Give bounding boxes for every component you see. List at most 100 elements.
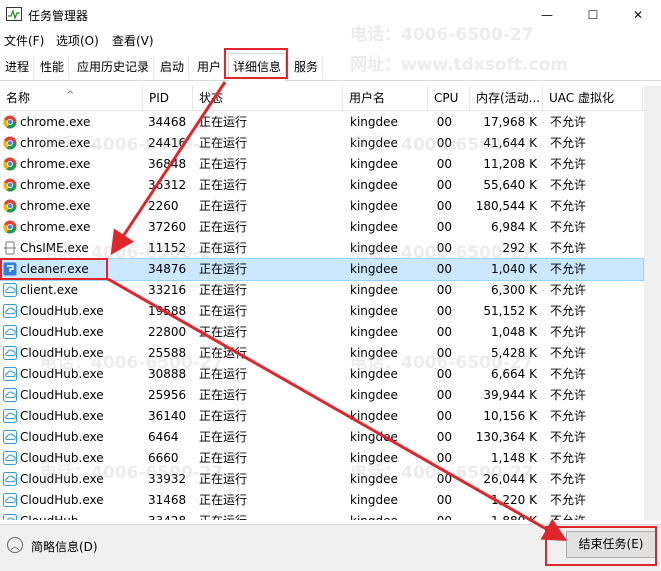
tab-performance[interactable]: 性能 <box>36 56 70 78</box>
process-user: kingdee <box>350 430 398 444</box>
window-title: 任务管理器 <box>28 9 89 23</box>
column-pid[interactable]: PID <box>143 86 193 110</box>
menu-view[interactable]: 查看(V) <box>112 32 154 49</box>
table-row[interactable]: CloudHub.exe 25588 正在运行 kingdee 00 5,428 K 不允许 <box>0 343 661 364</box>
process-cpu: 00 <box>436 220 452 234</box>
process-status: 正在运行 <box>199 199 248 213</box>
table-row[interactable]: CloudHub.exe 6464 正在运行 kingdee 00 130,364 K 不允… <box>0 427 661 448</box>
process-memory: 1,220 K <box>490 493 537 507</box>
menu-options[interactable]: 选项(O) <box>56 32 99 49</box>
table-row[interactable]: CloudHub.exe 25956 正在运行 kingdee 00 39,944 K 不允… <box>0 385 661 406</box>
process-memory: 55,640 K <box>483 178 537 192</box>
process-uac: 不允许 <box>550 304 587 318</box>
table-row[interactable]: CloudHub.exe 19588 正在运行 kingdee 00 51,152 K 不允… <box>0 301 661 322</box>
column-uac[interactable]: UAC 虚拟化 <box>543 86 643 110</box>
process-uac: 不允许 <box>550 115 587 129</box>
maximize-button[interactable]: ☐ <box>570 0 616 30</box>
column-user[interactable]: 用户名 <box>343 86 428 110</box>
end-task-highlight <box>545 526 657 566</box>
process-user: kingdee <box>350 199 398 213</box>
table-row[interactable]: client.exe 33216 正在运行 kingdee 00 6,300 K 不允许 <box>0 280 661 301</box>
process-user: kingdee <box>350 388 398 402</box>
process-cpu: 00 <box>436 199 452 213</box>
table-row[interactable]: CloudHub.exe 6660 正在运行 kingdee 00 1,148 K 不允许 <box>0 448 661 469</box>
process-user: kingdee <box>350 409 398 423</box>
process-status: 正在运行 <box>199 367 248 381</box>
process-user: kingdee <box>350 451 398 465</box>
process-status: 正在运行 <box>199 178 248 192</box>
process-name: CloudHub.exe <box>20 493 104 507</box>
table-row[interactable]: CloudHub.exe 22800 正在运行 kingdee 00 1,048 K 不允许 <box>0 322 661 343</box>
process-name: CloudHub.exe <box>20 367 104 381</box>
process-rows: chrome.exe 34468 正在运行 kingdee 00 17,968 K 不允许 c… <box>0 112 661 520</box>
table-row[interactable]: CloudHub.exe 36140 正在运行 kingdee 00 10,156 K 不允… <box>0 406 661 427</box>
tab-startup[interactable]: 启动 <box>156 56 190 78</box>
process-memory: 130,364 K <box>475 430 537 444</box>
process-uac: 不允许 <box>550 367 587 381</box>
chrome-icon <box>3 178 17 192</box>
table-row[interactable]: CloudHub 33428正在运行 kingdee00 1,880 K 不允许 <box>0 511 661 520</box>
process-user: kingdee <box>350 511 430 520</box>
table-header: 名称 ^ PID 状态 用户名 CPU 内存(活动... UAC 虚拟化 <box>0 86 661 111</box>
tab-services[interactable]: 服务 <box>290 56 324 78</box>
cloud-icon <box>3 451 17 465</box>
table-row[interactable]: chrome.exe 36312 正在运行 kingdee 00 55,640 K 不允许 <box>0 175 661 196</box>
process-user: kingdee <box>350 493 398 507</box>
process-uac: 不允许 <box>550 241 587 255</box>
process-memory: 17,968 K <box>483 115 537 129</box>
process-memory: 180,544 K <box>475 199 537 213</box>
table-row[interactable]: CloudHub.exe 31468 正在运行 kingdee 00 1,220 K 不允许 <box>0 490 661 511</box>
task-manager-icon <box>6 7 22 21</box>
process-pid: 37260 <box>148 220 187 234</box>
process-uac: 不允许 <box>550 346 587 360</box>
chrome-icon <box>3 199 17 213</box>
process-name: chrome.exe <box>20 115 91 129</box>
process-name: CloudHub.exe <box>20 346 104 360</box>
process-cpu: 00 <box>436 430 452 444</box>
tab-users[interactable]: 用户 <box>193 56 227 78</box>
process-memory: 1,148 K <box>490 451 537 465</box>
tab-app-history[interactable]: 应用历史记录 <box>73 56 155 78</box>
process-user: kingdee <box>350 136 398 150</box>
table-row[interactable]: ChsIME.exe 11152 正在运行 kingdee 00 292 K 不允许 <box>0 238 661 259</box>
process-pid: 33932 <box>148 472 187 486</box>
cloud-icon <box>3 388 17 402</box>
cloud-icon <box>3 346 17 360</box>
process-pid: 19588 <box>148 304 187 318</box>
process-memory: 1,040 K <box>490 262 537 276</box>
process-uac: 不允许 <box>550 388 587 402</box>
chevron-up-icon[interactable]: ︿ <box>7 537 23 553</box>
table-row[interactable]: chrome.exe 2260 正在运行 kingdee 00 180,544 K 不允许 <box>0 196 661 217</box>
process-cpu: 00 <box>430 511 452 520</box>
table-row[interactable]: chrome.exe 37260 正在运行 kingdee 00 6,984 K 不允许 <box>0 217 661 238</box>
minimize-button[interactable]: — <box>524 0 570 30</box>
process-pid: 36848 <box>148 157 187 171</box>
fewer-details-link[interactable]: 简略信息(D) <box>31 538 98 555</box>
process-memory: 1,048 K <box>490 325 537 339</box>
process-memory: 5,428 K <box>490 346 537 360</box>
column-name[interactable]: 名称 ^ <box>0 86 143 110</box>
column-cpu[interactable]: CPU <box>428 86 470 110</box>
process-status: 正在运行 <box>199 388 248 402</box>
process-name: CloudHub.exe <box>20 304 104 318</box>
process-name: chrome.exe <box>20 199 91 213</box>
process-memory: 6,664 K <box>490 367 537 381</box>
process-uac: 不允许 <box>550 262 587 276</box>
column-memory[interactable]: 内存(活动... <box>470 86 543 110</box>
process-memory: 41,644 K <box>483 136 537 150</box>
table-row[interactable]: CloudHub.exe 30888 正在运行 kingdee 00 6,664 K 不允许 <box>0 364 661 385</box>
cloud-icon <box>3 304 17 318</box>
table-row[interactable]: chrome.exe 24416 正在运行 kingdee 00 41,644 K 不允许 <box>0 133 661 154</box>
column-status[interactable]: 状态 <box>193 86 343 110</box>
close-button[interactable]: ✕ <box>615 0 661 30</box>
process-uac: 不允许 <box>550 511 630 520</box>
process-memory: 6,300 K <box>490 283 537 297</box>
table-row[interactable]: chrome.exe 36848 正在运行 kingdee 00 11,208 K 不允许 <box>0 154 661 175</box>
menu-file[interactable]: 文件(F) <box>4 32 44 49</box>
table-row[interactable]: chrome.exe 34468 正在运行 kingdee 00 17,968 K 不允许 <box>0 112 661 133</box>
tab-processes[interactable]: 进程 <box>1 56 35 78</box>
process-user: kingdee <box>350 346 398 360</box>
process-user: kingdee <box>350 283 398 297</box>
table-row[interactable]: CloudHub.exe 33932 正在运行 kingdee 00 26,044 K 不允… <box>0 469 661 490</box>
vertical-scrollbar[interactable] <box>644 86 661 520</box>
